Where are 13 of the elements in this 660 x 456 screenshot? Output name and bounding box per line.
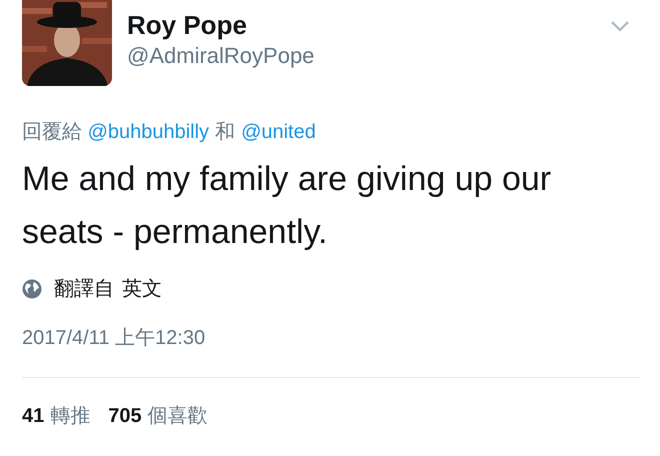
stat-label: 轉推: [50, 404, 90, 429]
translation-language[interactable]: 英文: [122, 275, 162, 302]
stat-count: 705: [108, 405, 142, 428]
user-handle: @AdmiralRoyPope: [127, 43, 314, 69]
user-name: Roy Pope: [127, 10, 248, 40]
tweet-timestamp: 2017/4/11 上午12:30: [22, 326, 206, 351]
globe-icon: [22, 278, 42, 298]
translation-label[interactable]: 翻譯自: [54, 275, 114, 302]
reply-context: 回覆給 @buhbuhbilly 和 @united: [22, 120, 317, 145]
tweet-text: Me and my family are giving up our seats - permanently.: [22, 159, 552, 253]
stat-count: 41: [22, 405, 44, 428]
chevron-down-icon[interactable]: [610, 20, 630, 32]
stat-label: 個喜歡: [148, 404, 208, 429]
